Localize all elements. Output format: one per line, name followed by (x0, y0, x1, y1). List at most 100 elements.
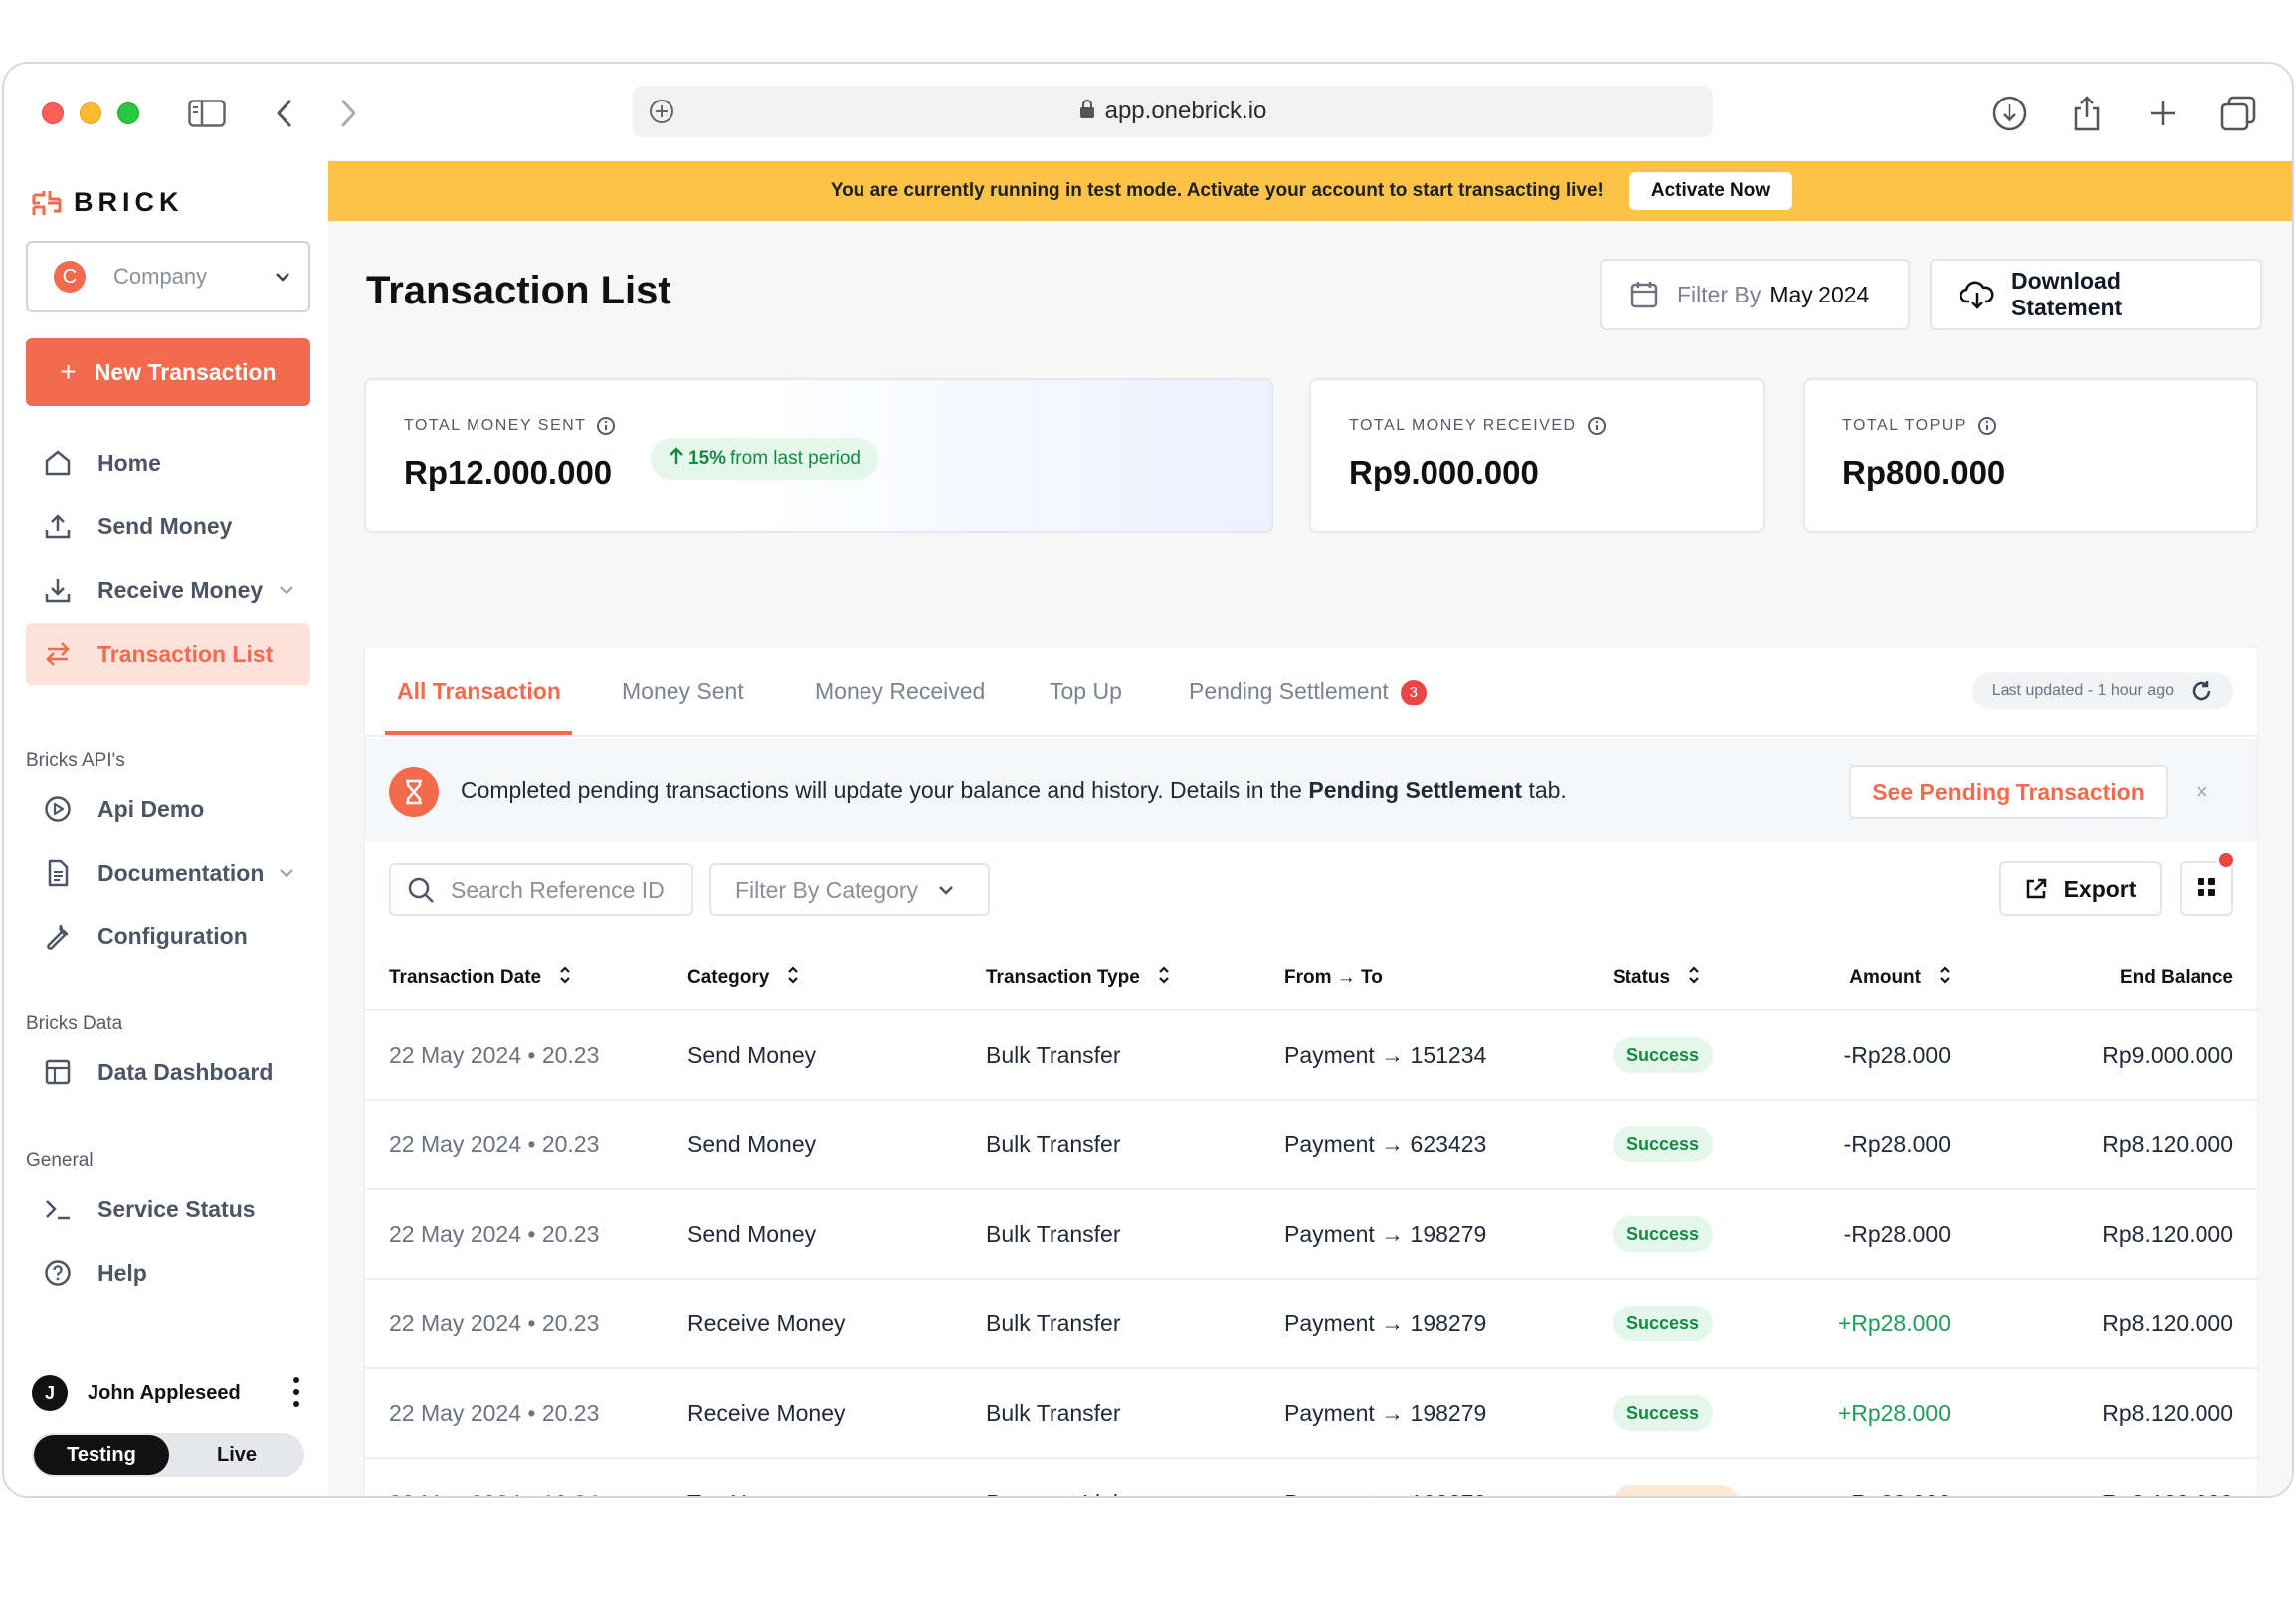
external-link-icon (2024, 877, 2048, 901)
sidebar-item-send-money[interactable]: Send Money (26, 496, 310, 557)
refresh-icon[interactable] (2190, 679, 2213, 703)
document-icon (42, 857, 74, 889)
stat-label-container: TOTAL TOPUP (1842, 416, 2220, 436)
address-bar[interactable]: app.onebrick.io (633, 86, 1713, 137)
share-icon[interactable] (2067, 94, 2107, 133)
downloads-icon[interactable] (1990, 94, 2029, 133)
sidebar-toggle-icon[interactable] (187, 94, 227, 133)
column-header-label: Transaction Date (389, 966, 542, 988)
stat-card-topup: TOTAL TOPUP Rp800.000 (1803, 378, 2258, 533)
forward-icon[interactable] (328, 94, 368, 133)
download-statement-button[interactable]: Download Statement (1930, 259, 2262, 330)
stat-label: TOTAL MONEY RECEIVED (1349, 417, 1577, 434)
cell-from-to: Payment → 198279 (1260, 1279, 1589, 1369)
sidebar-item-receive-money[interactable]: Receive Money (26, 559, 310, 621)
table-row[interactable]: 22 May 2024 • 20.23 Send Money Bulk Tran… (365, 1010, 2259, 1101)
table-row[interactable]: 22 May 2024 • 20.23 Send Money Bulk Tran… (365, 1189, 2259, 1280)
minimize-window-button[interactable] (80, 102, 101, 124)
cell-date: 22 May 2024 • 20.23 (365, 1368, 664, 1459)
search-placeholder: Search Reference ID (451, 876, 665, 903)
stat-label-container: TOTAL MONEY RECEIVED (1349, 416, 1727, 436)
cell-end-balance: Rp8.120.000 (1977, 1458, 2259, 1496)
column-header-label: Status (1613, 966, 1671, 988)
sort-icon[interactable] (559, 965, 571, 991)
stat-label-container: TOTAL MONEY SENT (404, 416, 1236, 436)
lock-icon (1079, 99, 1095, 124)
back-icon[interactable] (265, 94, 304, 133)
sort-icon[interactable] (1158, 965, 1170, 991)
table-row[interactable]: 22 May 2024 • 20.23 Receive Money Bulk T… (365, 1279, 2259, 1369)
stat-card-money-sent: TOTAL MONEY SENT Rp12.000.000 15% from l… (364, 378, 1273, 533)
column-header-category[interactable]: Category (664, 946, 962, 1011)
export-button[interactable]: Export (1999, 861, 2162, 916)
cell-end-balance: Rp8.120.000 (1977, 1100, 2259, 1190)
table-row[interactable]: 22 May 2024 • 20.23 Receive Money Bulk T… (365, 1368, 2259, 1459)
cell-type: Payment Link (962, 1458, 1260, 1496)
cell-category: Top Up (664, 1458, 962, 1496)
site-settings-icon[interactable] (647, 97, 676, 131)
cell-from-to: Payment → 151234 (1260, 1010, 1589, 1101)
change-text: from last period (730, 448, 861, 469)
brick-logo[interactable]: BRICK (32, 187, 184, 218)
sidebar-item-help[interactable]: Help (26, 1242, 310, 1304)
status-badge: Success (1613, 1216, 1714, 1252)
stat-card-money-received: TOTAL MONEY RECEIVED Rp9.000.000 (1309, 378, 1765, 533)
activate-now-button[interactable]: Activate Now (1628, 172, 1793, 210)
zoom-window-button[interactable] (117, 102, 139, 124)
mode-live-option[interactable]: Live (169, 1435, 304, 1475)
cell-date: 22 May 2024 • 19.24 (365, 1458, 664, 1496)
change-badge: 15% from last period (651, 438, 878, 480)
test-mode-banner: You are currently running in test mode. … (328, 161, 2292, 221)
chevron-down-icon (273, 267, 292, 292)
date-filter-button[interactable]: Filter By May 2024 (1600, 259, 1910, 330)
home-icon (42, 447, 74, 479)
tab-overview-icon[interactable] (2218, 94, 2258, 133)
close-icon[interactable]: × (2196, 779, 2208, 805)
sidebar-item-home[interactable]: Home (26, 432, 310, 494)
tab-top-up[interactable]: Top Up (1050, 678, 1122, 705)
sort-icon[interactable] (1939, 965, 1951, 991)
sidebar-item-data-dashboard[interactable]: Data Dashboard (26, 1041, 310, 1103)
notification-dot (2217, 851, 2235, 869)
info-icon[interactable] (1977, 416, 1997, 436)
last-updated-pill: Last updated - 1 hour ago (1971, 672, 2233, 709)
sort-icon[interactable] (1688, 965, 1700, 991)
new-transaction-button[interactable]: + New Transaction (26, 338, 310, 406)
tab-money-received[interactable]: Money Received (815, 678, 985, 705)
tab-all-transaction[interactable]: All Transaction (397, 678, 561, 705)
info-icon[interactable] (1587, 416, 1607, 436)
sidebar-item-service-status[interactable]: Service Status (26, 1178, 310, 1240)
notice-text-end: tab. (1528, 777, 1567, 803)
column-settings-button[interactable] (2180, 861, 2233, 916)
search-input[interactable]: Search Reference ID (389, 863, 693, 916)
more-vertical-icon[interactable] (290, 1375, 302, 1414)
column-header-transaction-type[interactable]: Transaction Type (962, 946, 1260, 1011)
sidebar-item-api-demo[interactable]: Api Demo (26, 778, 310, 840)
see-pending-transaction-button[interactable]: See Pending Transaction (1849, 765, 2168, 819)
column-header-transaction-date[interactable]: Transaction Date (365, 946, 664, 1011)
status-badge: Success (1613, 1126, 1714, 1162)
table-row[interactable]: 22 May 2024 • 20.23 Send Money Bulk Tran… (365, 1100, 2259, 1190)
cell-date: 22 May 2024 • 20.23 (365, 1010, 664, 1101)
column-header-status[interactable]: Status (1589, 946, 1778, 1011)
table-row[interactable]: 22 May 2024 • 19.24 Top Up Payment Link … (365, 1458, 2259, 1496)
sort-icon[interactable] (787, 965, 799, 991)
user-profile[interactable]: J John Appleseed (32, 1373, 310, 1413)
cell-amount: -Rp28.000 (1778, 1458, 1977, 1496)
tab-pending-settlement[interactable]: Pending Settlement 3 (1189, 678, 1427, 705)
plus-icon: + (60, 356, 77, 387)
mode-testing-option[interactable]: Testing (34, 1435, 169, 1475)
company-selector[interactable]: C Company (26, 241, 310, 312)
tab-money-sent[interactable]: Money Sent (622, 678, 744, 705)
sidebar-item-transaction-list[interactable]: Transaction List (26, 623, 310, 685)
category-filter-dropdown[interactable]: Filter By Category (709, 863, 990, 916)
sidebar-item-configuration[interactable]: Configuration (26, 906, 310, 967)
stat-value: Rp9.000.000 (1349, 454, 1539, 491)
environment-toggle[interactable]: Testing Live (32, 1433, 304, 1477)
sidebar-item-documentation[interactable]: Documentation (26, 842, 310, 904)
close-window-button[interactable] (42, 102, 64, 124)
info-icon[interactable] (596, 416, 616, 436)
new-tab-icon[interactable] (2143, 94, 2183, 133)
column-header-amount[interactable]: Amount (1778, 946, 1977, 1011)
arrow-up-icon (669, 446, 684, 472)
